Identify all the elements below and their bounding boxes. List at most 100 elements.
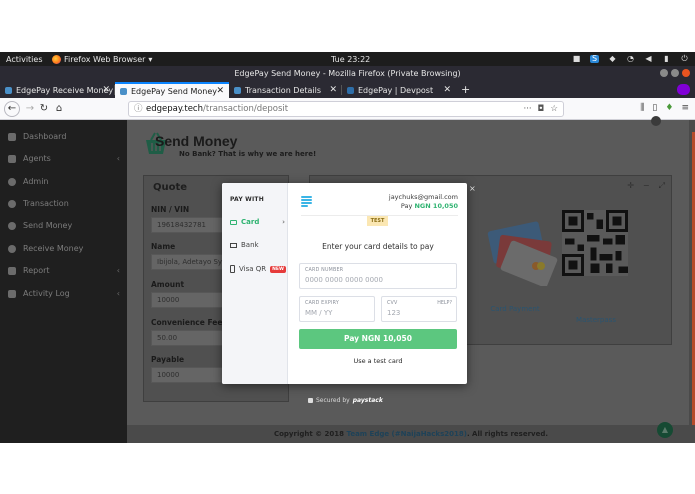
collapse-icon[interactable]: − — [643, 181, 650, 191]
activities-button[interactable]: Activities — [6, 55, 43, 64]
home-icon[interactable]: ⌂ — [53, 103, 65, 115]
app-menu-label: Firefox Web Browser — [64, 54, 146, 64]
dropbox-icon[interactable]: ◆ — [608, 55, 617, 63]
card-payment-link[interactable]: Card Payment — [475, 305, 555, 313]
clock[interactable]: Tue 23:22 — [331, 55, 370, 64]
circle-icon — [8, 221, 16, 230]
card-number-input[interactable]: CARD NUMBER 0000 0000 0000 0000 — [299, 263, 457, 289]
list-icon — [8, 289, 16, 298]
reload-icon[interactable]: ↻ — [38, 103, 50, 115]
sidebar-item-transaction[interactable]: Transaction — [8, 199, 120, 208]
paystack-brand: paystack — [352, 397, 383, 404]
volume-icon[interactable]: ◀ — [644, 55, 653, 63]
page-subtitle: No Bank? That is why we are here! — [179, 150, 317, 158]
minimize-icon[interactable] — [660, 69, 668, 77]
copyright-text: Copyright © 2018 — [273, 430, 345, 438]
tab-devpost[interactable]: EdgePay | Devpost ✕ — [342, 82, 456, 98]
maximize-icon[interactable] — [671, 69, 679, 77]
card-icon — [230, 219, 237, 225]
cvv-help-link[interactable]: HELP? — [437, 301, 452, 306]
wifi-icon[interactable]: ◔ — [626, 55, 635, 63]
sidebar-item-label: Send Money — [23, 221, 73, 230]
card-expiry-input[interactable]: CARD EXPIRY MM / YY — [299, 296, 375, 322]
cvv-placeholder: 123 — [387, 309, 401, 317]
sidebar-item-activity-log[interactable]: Activity Log ‹ — [8, 289, 120, 298]
close-window-icon[interactable] — [682, 69, 690, 77]
url-host: edgepay.tech — [146, 104, 203, 114]
method-card[interactable]: Card › — [230, 218, 286, 226]
devpost-favicon-icon — [347, 86, 354, 94]
battery-icon[interactable]: ▮ — [662, 55, 671, 63]
chevron-down-icon: ▾ — [148, 54, 153, 64]
chevron-left-icon: ‹ — [116, 154, 120, 163]
power-icon[interactable]: ⏻ — [680, 55, 689, 63]
forward-arrow-icon[interactable]: → — [24, 103, 36, 115]
app-menu[interactable]: Firefox Web Browser ▾ — [52, 54, 153, 64]
card-expiry-label: CARD EXPIRY — [305, 301, 339, 306]
page-actions-icon[interactable]: ··· — [524, 102, 532, 116]
tab-transaction-details[interactable]: Transaction Details ✕ — [229, 82, 342, 98]
library-icon[interactable]: ⫼ — [640, 103, 644, 113]
close-modal-icon[interactable]: × — [469, 184, 476, 193]
user-avatar[interactable] — [651, 116, 661, 126]
pocket-icon[interactable]: ◘ — [538, 102, 545, 116]
sidebar-item-label: Dashboard — [23, 132, 67, 141]
skype-icon[interactable]: S — [590, 55, 599, 63]
masterpass-link[interactable]: Masterpass — [556, 316, 636, 324]
sidebar-item-agents[interactable]: Agents ‹ — [8, 154, 120, 163]
sidebar-item-admin[interactable]: Admin — [8, 177, 120, 186]
tab-label: EdgePay Send Money — [131, 86, 217, 96]
navigation-toolbar: ← → ↻ ⌂ ⓘ edgepay.tech/transaction/depos… — [0, 98, 695, 120]
secured-prefix: Secured by — [316, 397, 350, 404]
camera-icon[interactable]: ■ — [572, 55, 581, 63]
bookmark-star-icon[interactable]: ☆ — [550, 102, 558, 116]
cvv-input[interactable]: CVV HELP? 123 — [381, 296, 457, 322]
new-badge: NEW — [270, 265, 286, 273]
qr-code-image[interactable] — [562, 210, 628, 276]
pay-with-label: PAY WITH — [230, 196, 264, 203]
tab-label: Transaction Details — [245, 85, 322, 95]
pay-amount-summary: Pay NGN 10,050 — [401, 202, 458, 210]
sidebar-toggle-icon[interactable]: ▯ — [652, 103, 657, 113]
site-info-icon[interactable]: ⓘ — [134, 102, 143, 116]
phone-icon — [230, 265, 235, 273]
url-path: /transaction/deposit — [203, 104, 289, 114]
url-bar[interactable]: ⓘ edgepay.tech/transaction/deposit ··· ◘… — [128, 101, 564, 117]
method-visa-qr[interactable]: Visa QR NEW — [230, 265, 286, 273]
sidebar-item-send-money[interactable]: Send Money — [8, 221, 120, 230]
close-tab-icon[interactable]: ✕ — [102, 85, 110, 95]
extension-icon[interactable]: ♦ — [665, 103, 673, 113]
amount-label: Amount — [151, 280, 185, 289]
use-test-card-link[interactable]: Use a test card — [289, 357, 467, 365]
menu-icon[interactable]: ≡ — [681, 103, 689, 113]
sidebar-item-report[interactable]: Report ‹ — [8, 266, 120, 275]
tab-send-money[interactable]: EdgePay Send Money ✕ — [115, 82, 229, 98]
window-title: EdgePay Send Money - Mozilla Firefox (Pr… — [234, 69, 461, 78]
sidebar-item-label: Admin — [23, 177, 49, 186]
paystack-checkout-modal: PAY WITH Card › Bank Visa QR NEW jaychuk… — [222, 183, 467, 384]
sidebar-item-dashboard[interactable]: Dashboard — [8, 132, 120, 141]
new-tab-icon[interactable]: + — [461, 81, 470, 98]
tab-label: EdgePay | Devpost — [358, 85, 434, 95]
tab-receive-money[interactable]: EdgePay Receive Money ✕ — [0, 82, 115, 98]
user-circle-icon — [8, 177, 16, 186]
system-tray[interactable]: ■ S ◆ ◔ ◀ ▮ ⏻ — [572, 55, 689, 63]
convenience-fee-label: Convenience Fee — [151, 318, 223, 327]
expand-icon[interactable]: ✛ — [627, 181, 634, 191]
close-tab-icon[interactable]: ✕ — [329, 85, 337, 95]
back-arrow-icon[interactable]: ← — [4, 101, 20, 117]
team-link[interactable]: Team Edge (#NaijaHacks2018) — [346, 430, 466, 438]
circle-icon — [8, 199, 16, 208]
credit-cards-image[interactable] — [484, 216, 560, 286]
pay-button[interactable]: Pay NGN 10,050 — [299, 329, 457, 349]
chevron-left-icon: ‹ — [116, 266, 120, 275]
close-tab-icon[interactable]: ✕ — [443, 85, 451, 95]
lock-icon — [308, 398, 313, 403]
window-titlebar: EdgePay Send Money - Mozilla Firefox (Pr… — [0, 66, 695, 81]
sidebar-item-receive-money[interactable]: Receive Money — [8, 244, 120, 253]
fullscreen-icon[interactable]: ⤢ — [659, 181, 665, 191]
close-tab-icon[interactable]: ✕ — [216, 86, 224, 96]
scroll-top-button[interactable]: ▲ — [657, 422, 673, 438]
quote-title: Quote — [153, 182, 188, 193]
method-bank[interactable]: Bank — [230, 241, 286, 249]
